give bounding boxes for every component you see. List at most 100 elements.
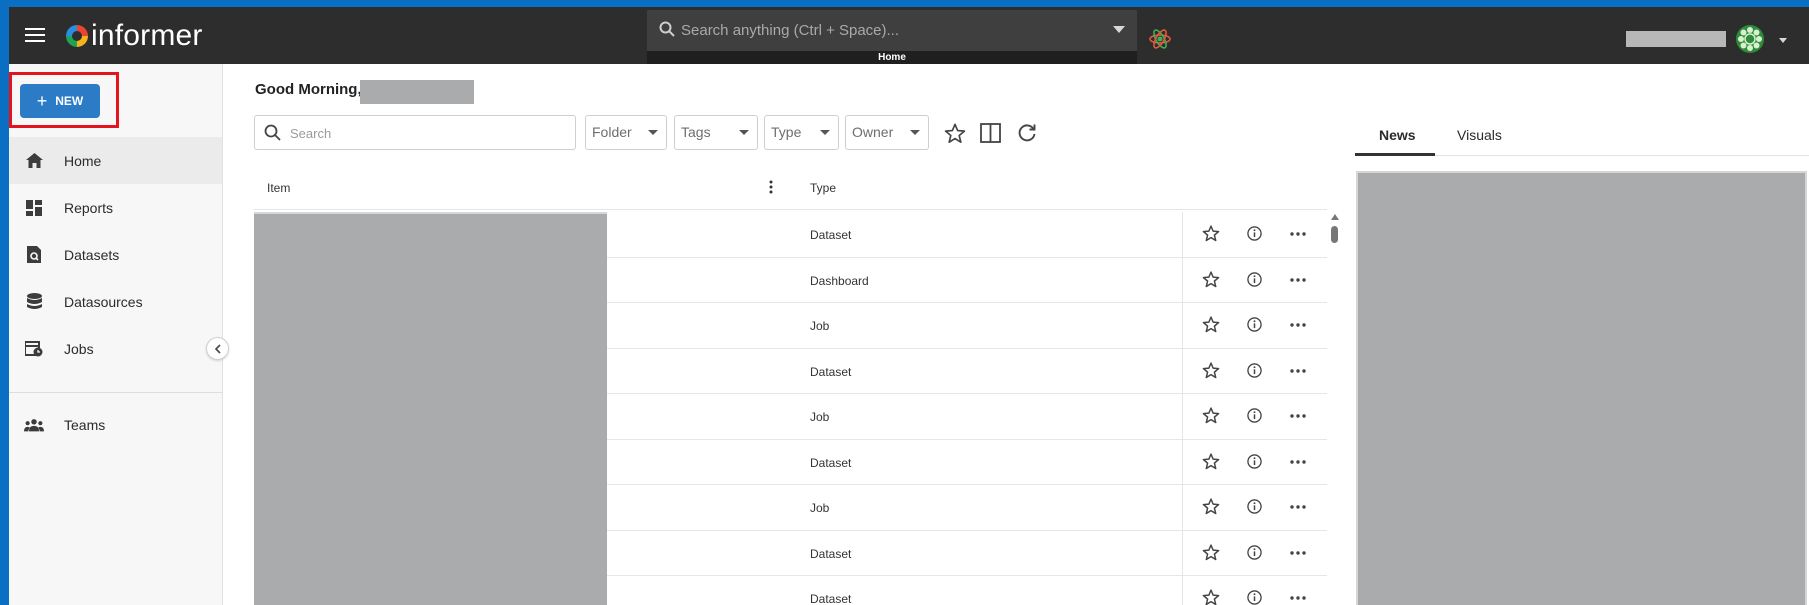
chevron-down-icon (648, 130, 658, 135)
type-filter-label: Type (771, 124, 802, 140)
global-search-input[interactable]: Search anything (Ctrl + Space)... (647, 10, 1137, 51)
plus-icon: + (36, 90, 48, 111)
type-filter[interactable]: Type (764, 115, 839, 150)
scrollbar-thumb[interactable] (1331, 226, 1338, 243)
tab-news[interactable]: News (1379, 127, 1416, 143)
columns-icon[interactable] (980, 123, 1001, 143)
new-button[interactable]: + NEW (20, 84, 100, 118)
top-bar: informer Search anything (Ctrl + Space).… (9, 7, 1809, 64)
row-divider (1182, 576, 1183, 605)
info-icon[interactable] (1247, 408, 1262, 423)
star-outline-icon[interactable] (1202, 316, 1220, 333)
sidebar-item-jobs[interactable]: Jobs (9, 325, 222, 372)
sidebar-item-label: Home (64, 152, 102, 169)
collapse-sidebar-button[interactable] (206, 337, 229, 360)
owner-filter-label: Owner (852, 124, 894, 140)
row-divider (1182, 303, 1183, 348)
item-search-placeholder: Search (290, 126, 332, 141)
star-outline-icon[interactable] (1202, 452, 1220, 470)
database-icon (24, 292, 44, 312)
info-icon[interactable] (1247, 271, 1262, 287)
tags-filter-label: Tags (681, 124, 711, 140)
logo[interactable]: informer (66, 16, 203, 56)
star-outline-icon[interactable] (1202, 407, 1220, 424)
row-type: Dataset (810, 592, 852, 605)
info-icon[interactable] (1247, 317, 1262, 332)
more-icon[interactable] (1290, 550, 1306, 555)
star-outline-icon[interactable] (1202, 543, 1220, 561)
app-window: informer Search anything (Ctrl + Space).… (9, 7, 1809, 605)
new-button-label: NEW (55, 94, 84, 108)
global-search-placeholder: Search anything (Ctrl + Space)... (681, 22, 900, 39)
more-icon[interactable] (1290, 459, 1306, 464)
star-outline-icon[interactable] (1202, 498, 1220, 515)
table-scrollbar[interactable] (1329, 212, 1341, 605)
sidebar-item-datasets[interactable]: Datasets (9, 231, 222, 278)
info-icon[interactable] (1247, 499, 1262, 514)
greeting-name-redacted (360, 80, 474, 104)
sidebar-item-teams[interactable]: Teams (9, 401, 222, 448)
column-header-type[interactable]: Type (810, 181, 836, 195)
info-icon[interactable] (1247, 544, 1262, 560)
chevron-down-icon (739, 130, 749, 135)
row-divider (1182, 348, 1183, 393)
star-outline-icon[interactable] (1202, 589, 1220, 605)
right-panel-tabs: News Visuals (1355, 119, 1809, 156)
search-icon (264, 124, 281, 141)
sidebar-item-home[interactable]: Home (9, 137, 222, 184)
breadcrumb: Home (647, 51, 1137, 64)
search-dropdown-icon[interactable] (1113, 26, 1125, 33)
folder-filter-label: Folder (592, 124, 632, 140)
sidebar-item-reports[interactable]: Reports (9, 184, 222, 231)
chevron-left-icon (214, 343, 221, 354)
sidebar-item-datasources[interactable]: Datasources (9, 278, 222, 325)
more-icon[interactable] (1290, 368, 1306, 373)
logo-mark-icon (66, 25, 88, 47)
star-outline-icon[interactable] (1202, 225, 1220, 242)
tags-filter[interactable]: Tags (674, 115, 758, 150)
reports-icon (24, 198, 44, 218)
star-outline-icon[interactable] (944, 123, 966, 144)
info-icon[interactable] (1247, 362, 1262, 378)
more-icon[interactable] (1290, 414, 1306, 418)
sidebar-item-label: Reports (64, 199, 114, 216)
tab-visuals[interactable]: Visuals (1457, 127, 1502, 143)
avatar[interactable] (1735, 24, 1765, 54)
user-menu-caret-icon[interactable] (1779, 38, 1787, 43)
star-outline-icon[interactable] (1202, 361, 1220, 379)
row-type: Job (810, 319, 830, 333)
info-icon[interactable] (1247, 226, 1262, 241)
sidebar-item-label: Datasources (64, 293, 143, 310)
more-icon[interactable] (1290, 323, 1306, 327)
atom-icon[interactable] (1149, 28, 1171, 50)
refresh-icon[interactable] (1017, 123, 1037, 143)
jobs-icon (24, 339, 44, 359)
item-search-input[interactable]: Search (254, 115, 576, 150)
row-type: Dashboard (810, 273, 869, 288)
sidebar-divider (9, 392, 222, 393)
row-type: Dataset (810, 364, 852, 379)
info-icon[interactable] (1247, 590, 1262, 605)
row-divider (1182, 394, 1183, 439)
more-icon[interactable] (1290, 505, 1306, 509)
menu-icon[interactable] (25, 28, 45, 44)
more-icon[interactable] (1290, 277, 1306, 282)
greeting-text: Good Morning, (255, 81, 362, 98)
row-divider (1182, 212, 1183, 257)
scroll-up-icon[interactable] (1331, 214, 1339, 220)
home-icon (24, 151, 44, 171)
row-type: Job (810, 501, 830, 515)
row-type: Dataset (810, 546, 852, 561)
item-names-redacted (254, 212, 607, 605)
more-icon[interactable] (1290, 232, 1306, 236)
column-header-item[interactable]: Item (267, 181, 290, 195)
owner-filter[interactable]: Owner (845, 115, 929, 150)
info-icon[interactable] (1247, 453, 1262, 469)
more-icon[interactable] (1290, 596, 1306, 600)
column-menu-icon[interactable] (769, 180, 773, 194)
row-type: Job (810, 410, 830, 424)
user-name-redacted[interactable] (1626, 31, 1726, 47)
row-divider (1182, 485, 1183, 530)
star-outline-icon[interactable] (1202, 270, 1220, 288)
folder-filter[interactable]: Folder (585, 115, 667, 150)
